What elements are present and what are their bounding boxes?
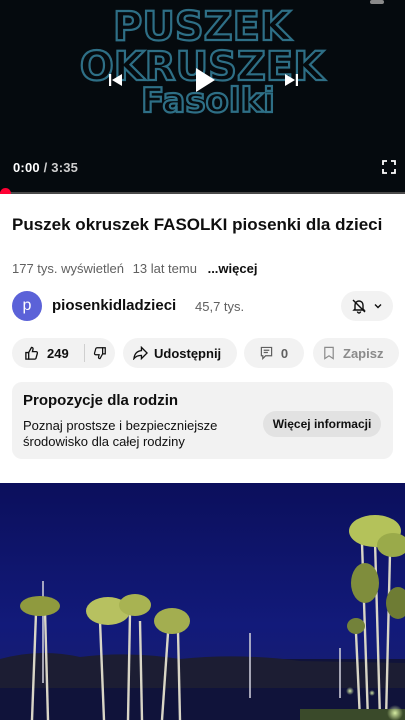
save-icon [324,346,334,360]
notifications-button[interactable] [341,291,393,321]
skip-next-icon [285,74,298,86]
comments-button[interactable]: 0 [244,338,304,368]
share-button[interactable]: Udostępnij [123,338,237,368]
video-meta[interactable]: 177 tys. wyświetleń 13 lat temu ...więce… [12,261,262,276]
dislike-button[interactable] [85,338,115,368]
share-icon [133,346,148,360]
skip-previous-icon [109,74,122,86]
view-count: 177 tys. wyświetleń [12,261,124,276]
more-link[interactable]: ...więcej [208,261,258,276]
subscriber-count: 45,7 tys. [195,299,245,314]
family-card-description: Poznaj prostsze i bezpieczniejsze środow… [23,418,218,449]
comment-count: 0 [280,345,289,361]
time-separator: / [39,160,52,175]
time-current: 0:00 [13,160,40,175]
play-button[interactable] [188,62,222,98]
bell-off-icon [352,299,366,314]
action-bar: 249 Udostępnij 0 Zapisz [12,338,405,368]
time-total: 3:35 [51,160,79,175]
comment-icon [260,346,273,360]
upload-age: 13 lat temu [132,261,197,276]
more-info-button[interactable]: Więcej informacji [263,411,381,437]
chevron-down-icon [374,304,382,309]
thumbnail-image [0,483,405,720]
cast-icon[interactable] [370,0,384,4]
video-player[interactable]: PUSZEK OKRUSZEK Fasolki 0:00 / 3:35 [0,0,405,193]
like-button[interactable]: 249 [12,338,84,368]
time-display: 0:00 / 3:35 [13,160,78,175]
next-button[interactable] [279,68,303,92]
video-info-panel: Puszek okruszek FASOLKI piosenki dla dzi… [0,194,405,483]
fullscreen-icon [382,160,396,174]
thumb-down-icon [93,347,106,360]
like-count: 249 [47,345,69,361]
thumb-up-icon [25,346,39,360]
previous-button[interactable] [104,68,128,92]
channel-name[interactable]: piosenkidladzieci [52,297,176,314]
save-label: Zapisz [343,345,384,361]
save-button[interactable]: Zapisz [313,338,399,368]
play-icon [196,68,215,92]
share-label: Udostępnij [154,345,222,361]
video-title[interactable]: Puszek okruszek FASOLKI piosenki dla dzi… [12,214,392,236]
family-card-title: Propozycje dla rodzin [23,392,179,409]
like-dislike-group: 249 [12,338,115,368]
family-suggestions-card: Propozycje dla rodzin Poznaj prostsze i … [12,382,393,459]
channel-row: p piosenkidladzieci 45,7 tys. [12,291,393,323]
next-video-thumbnail[interactable] [0,483,405,720]
avatar[interactable]: p [12,291,42,321]
fullscreen-button[interactable] [380,158,398,176]
